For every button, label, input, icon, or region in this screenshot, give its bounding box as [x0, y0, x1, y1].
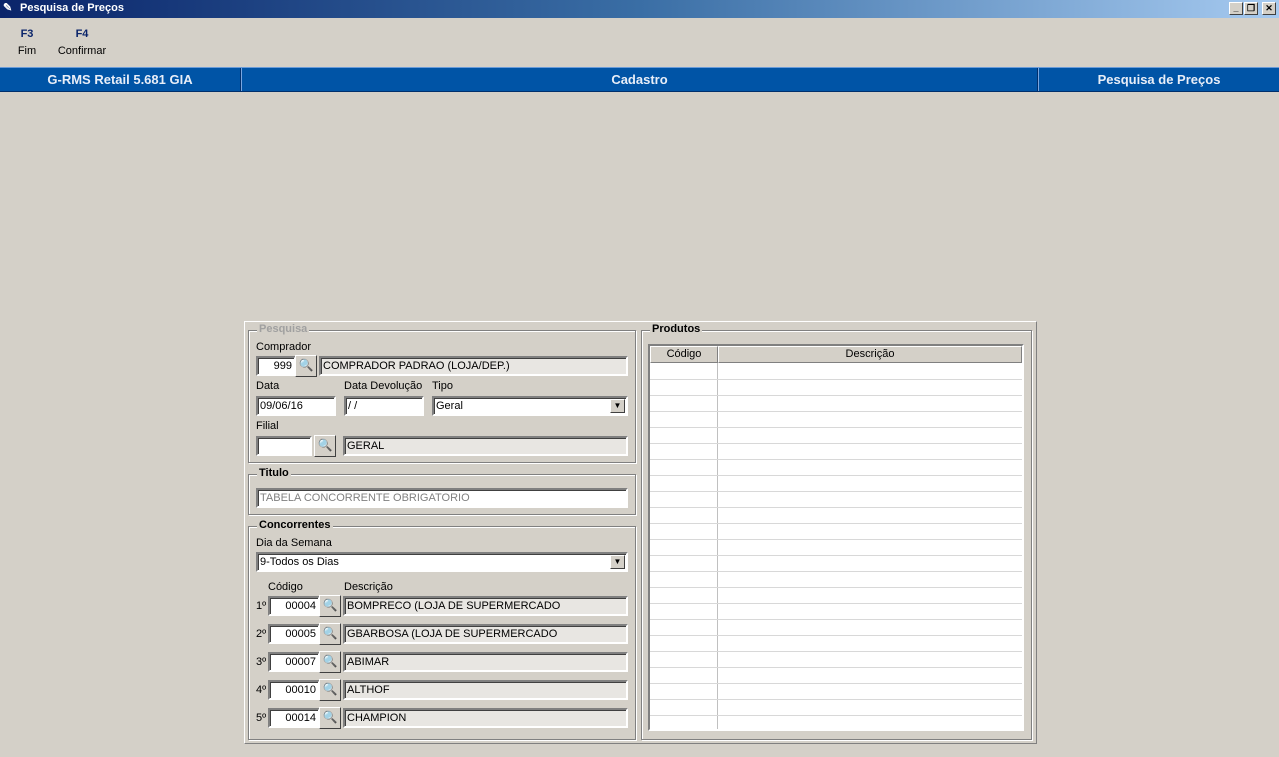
filial-name-field: GERAL: [343, 436, 628, 456]
grid-row-line: [650, 571, 1022, 572]
tipo-label: Tipo: [432, 380, 453, 392]
grid-row-line: [650, 539, 1022, 540]
concorrente-code-field[interactable]: 00005: [268, 624, 320, 644]
restore-button[interactable]: ❐: [1244, 2, 1258, 15]
f4-confirmar-button[interactable]: F4 Confirmar: [56, 28, 108, 57]
tipo-select[interactable]: Geral ▼: [432, 396, 628, 416]
concorrente-order-label: 5º: [256, 712, 267, 724]
comprador-code-field[interactable]: 999: [256, 356, 296, 376]
concorrente-order-label: 2º: [256, 628, 267, 640]
dia-semana-label: Dia da Semana: [256, 537, 332, 549]
grid-row-line: [650, 443, 1022, 444]
grid-row-line: [650, 459, 1022, 460]
grid-row-line: [650, 475, 1022, 476]
grid-row-line: [650, 491, 1022, 492]
f4-label: Confirmar: [57, 45, 107, 57]
concorrente-code-field[interactable]: 00007: [268, 652, 320, 672]
produtos-legend: Produtos: [650, 323, 703, 335]
concorrente-order-label: 4º: [256, 684, 267, 696]
grid-row-line: [650, 555, 1022, 556]
titulo-field[interactable]: TABELA CONCORRENTE OBRIGATORIO: [256, 488, 628, 508]
f3-fim-button[interactable]: F3 Fim: [17, 28, 37, 57]
grid-header-codigo[interactable]: Código: [650, 346, 718, 363]
close-button[interactable]: ✕: [1262, 2, 1276, 15]
pesquisa-legend: Pesquisa: [257, 323, 310, 335]
concorrentes-legend: Concorrentes: [257, 519, 333, 531]
concorrente-code-field[interactable]: 00004: [268, 596, 320, 616]
grid-row-line: [650, 427, 1022, 428]
screen-label: Pesquisa de Preços: [1097, 72, 1221, 87]
window-titlebar: ✎ Pesquisa de Preços _ ❐ ✕: [0, 0, 1279, 18]
data-devolucao-label: Data Devolução: [344, 380, 423, 392]
tipo-value: Geral: [436, 400, 463, 412]
produtos-grid[interactable]: Código Descrição: [648, 344, 1024, 731]
binoculars-icon[interactable]: 🔍: [314, 435, 336, 457]
grid-row-line: [650, 603, 1022, 604]
concorrente-descricao-field: ALTHOF: [343, 680, 628, 700]
grid-row-line: [650, 523, 1022, 524]
grid-row-line: [650, 587, 1022, 588]
concorrente-code-field[interactable]: 00014: [268, 708, 320, 728]
chevron-down-icon[interactable]: ▼: [610, 399, 625, 413]
descricao-column-label: Descrição: [344, 581, 393, 593]
comprador-label: Comprador: [256, 341, 312, 353]
module-header-bar: G-RMS Retail 5.681 GIA Cadastro Pesquisa…: [0, 67, 1279, 92]
concorrente-descricao-field: BOMPRECO (LOJA DE SUPERMERCADO: [343, 596, 628, 616]
grid-row-line: [650, 395, 1022, 396]
concorrente-descricao-field: ABIMAR: [343, 652, 628, 672]
grid-row-line: [650, 683, 1022, 684]
grid-header-descricao[interactable]: Descrição: [718, 346, 1022, 363]
grid-row-line: [650, 635, 1022, 636]
grid-row-line: [650, 619, 1022, 620]
f3-label: Fim: [17, 45, 37, 57]
minimize-button[interactable]: _: [1229, 2, 1243, 15]
grid-row-line: [650, 715, 1022, 716]
data-field[interactable]: 09/06/16: [256, 396, 336, 416]
f4-key: F4: [75, 28, 89, 40]
binoculars-icon[interactable]: 🔍: [319, 595, 341, 617]
dia-semana-value: 9-Todos os Dias: [260, 556, 339, 568]
concorrente-code-field[interactable]: 00010: [268, 680, 320, 700]
concorrente-descricao-field: CHAMPION: [343, 708, 628, 728]
grid-row-line: [650, 507, 1022, 508]
filial-label: Filial: [256, 420, 279, 432]
comprador-name-field: COMPRADOR PADRAO (LOJA/DEP.): [319, 356, 628, 376]
grid-row-line: [650, 699, 1022, 700]
codigo-column-label: Código: [268, 581, 303, 593]
module-label: Cadastro: [611, 72, 668, 87]
titulo-legend: Titulo: [257, 467, 291, 479]
binoculars-icon[interactable]: 🔍: [319, 679, 341, 701]
binoculars-icon[interactable]: 🔍: [295, 355, 317, 377]
grid-row-line: [650, 651, 1022, 652]
binoculars-icon[interactable]: 🔍: [319, 623, 341, 645]
chevron-down-icon[interactable]: ▼: [610, 555, 625, 569]
grid-row-line: [650, 379, 1022, 380]
concorrente-order-label: 1º: [256, 600, 267, 612]
concorrente-order-label: 3º: [256, 656, 267, 668]
dia-semana-select[interactable]: 9-Todos os Dias ▼: [256, 552, 628, 572]
f3-key: F3: [20, 28, 34, 40]
grid-column-divider: [717, 363, 718, 729]
data-label: Data: [256, 380, 280, 392]
window-title: Pesquisa de Preços: [20, 2, 124, 14]
app-version-label: G-RMS Retail 5.681 GIA: [47, 72, 193, 87]
binoculars-icon[interactable]: 🔍: [319, 651, 341, 673]
binoculars-icon[interactable]: 🔍: [319, 707, 341, 729]
grid-row-line: [650, 667, 1022, 668]
app-icon: ✎: [3, 2, 13, 14]
grid-row-line: [650, 411, 1022, 412]
concorrente-descricao-field: GBARBOSA (LOJA DE SUPERMERCADO: [343, 624, 628, 644]
data-devolucao-field[interactable]: / /: [344, 396, 424, 416]
filial-code-field[interactable]: [256, 436, 312, 456]
